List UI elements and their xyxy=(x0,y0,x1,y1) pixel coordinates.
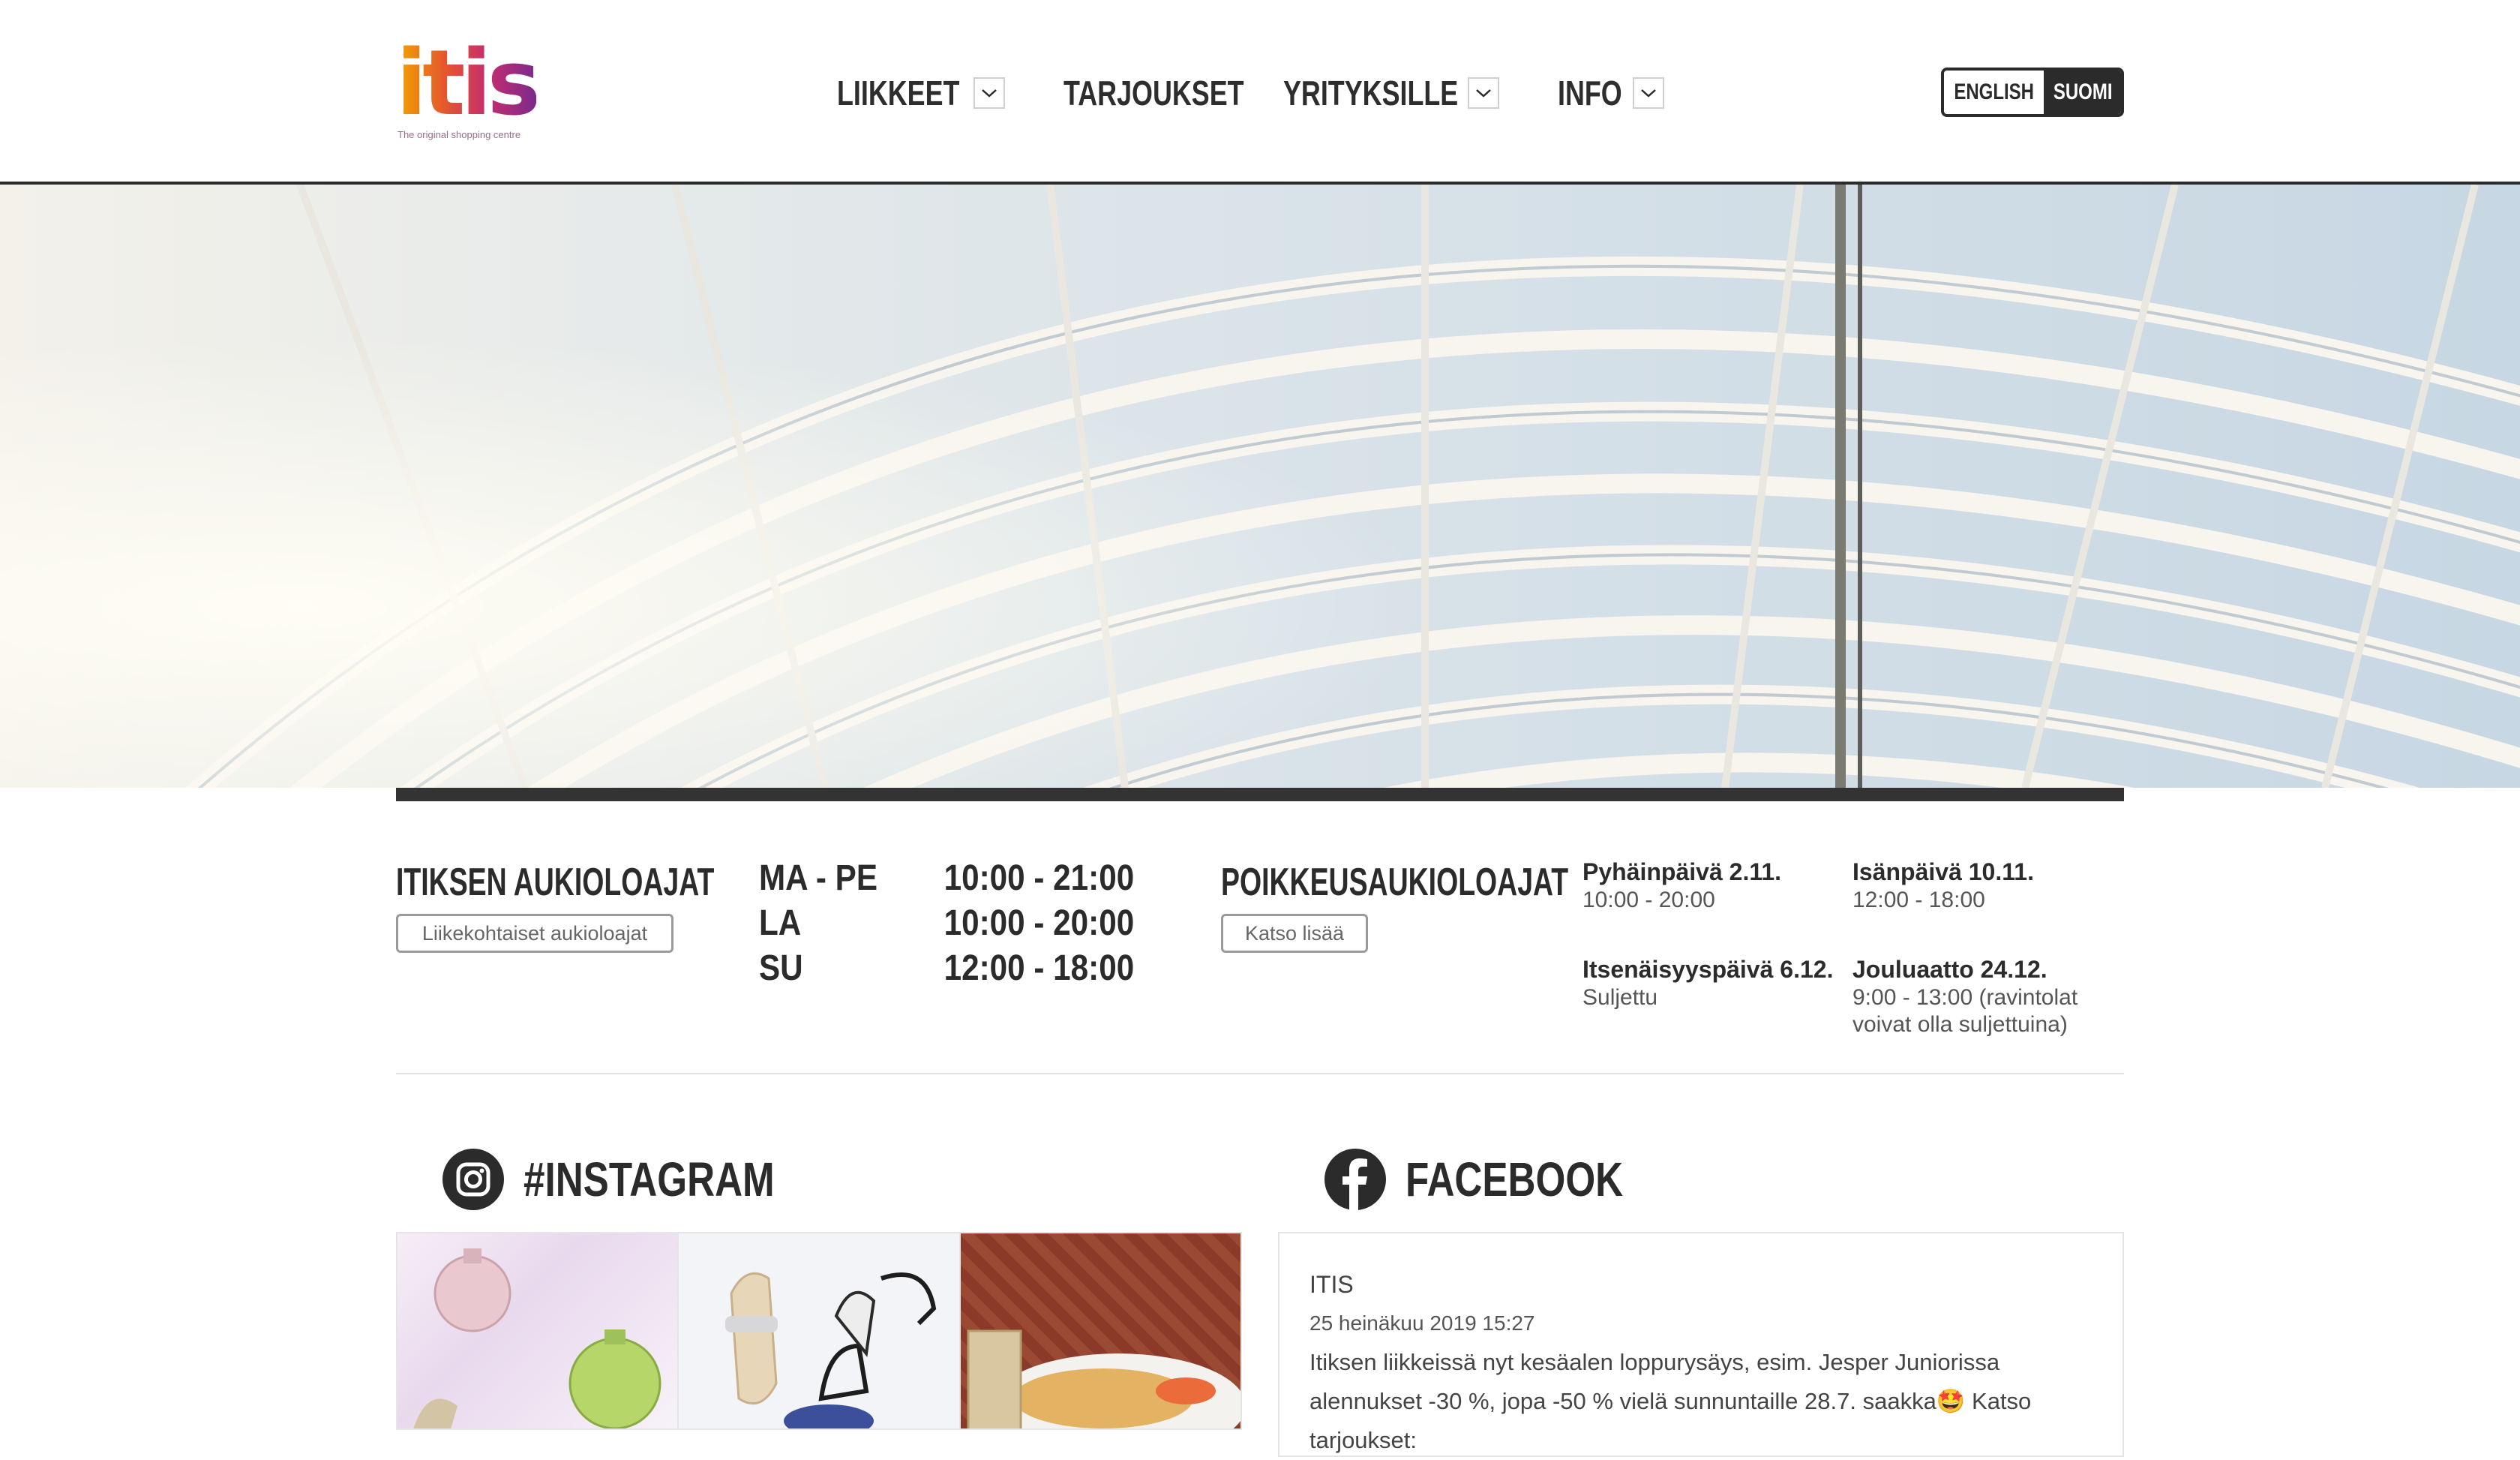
instagram-post-vases[interactable] xyxy=(398,1233,680,1428)
nav-item-tarjoukset[interactable]: TARJOUKSET xyxy=(1064,73,1244,113)
store-hours-button[interactable]: Liikekohtaiset aukioloajat xyxy=(396,914,674,953)
facebook-header: FACEBOOK xyxy=(1324,1146,1678,1212)
nav-label: TARJOUKSET xyxy=(1064,74,1244,113)
opening-hours-table: MA - PE 10:00 - 21:00 LA 10:00 - 20:00 S… xyxy=(759,855,1134,990)
logo-tagline: The original shopping centre xyxy=(398,129,521,140)
hero-image-glass-dome xyxy=(0,185,2520,788)
logo-wordmark: itis xyxy=(396,32,541,136)
instagram-post-shoes[interactable] xyxy=(679,1233,961,1428)
nav-label: LIIKKEET xyxy=(837,74,960,113)
lang-english-button[interactable]: ENGLISH xyxy=(1944,71,2044,114)
hero-bottom-bar xyxy=(396,788,2124,801)
instagram-grid xyxy=(396,1232,1242,1430)
exception-value: 12:00 - 18:00 xyxy=(1852,888,1985,912)
instagram-icon[interactable] xyxy=(442,1149,504,1210)
exception-value: Suljettu xyxy=(1582,985,1658,1010)
fb-post-author[interactable]: ITIS xyxy=(1310,1271,1354,1299)
main-nav: LIIKKEET TARJOUKSET YRITYKSILLE INFO xyxy=(837,69,1723,117)
hours-day: LA xyxy=(759,903,802,943)
nav-item-liikkeet[interactable]: LIIKKEET xyxy=(837,73,1005,113)
hours-row: MA - PE 10:00 - 21:00 xyxy=(759,855,1134,900)
fb-post-text: Itiksen liikkeissä nyt kesäalen loppurys… xyxy=(1310,1349,2032,1453)
chevron-down-icon[interactable] xyxy=(1468,77,1499,109)
nav-label: YRITYKSILLE xyxy=(1283,74,1459,113)
exception-name: Itsenäisyyspäivä 6.12. xyxy=(1582,956,1834,983)
hours-row: SU 12:00 - 18:00 xyxy=(759,945,1134,990)
nav-item-info[interactable]: INFO xyxy=(1558,73,1664,113)
language-switcher: ENGLISH SUOMI xyxy=(1941,68,2124,117)
exception-name: Isänpäivä 10.11. xyxy=(1852,858,2034,885)
exception-value: 10:00 - 20:00 xyxy=(1582,888,1715,912)
facebook-icon[interactable] xyxy=(1324,1149,1386,1210)
hours-time: 10:00 - 21:00 xyxy=(944,858,1134,898)
nav-item-yrityksille[interactable]: YRITYKSILLE xyxy=(1283,73,1499,113)
fb-post-date: 25 heinäkuu 2019 15:27 xyxy=(1310,1311,1535,1335)
exception-name: Jouluaatto 24.12. xyxy=(1852,956,2048,983)
itis-logo[interactable]: itis The original shopping centre xyxy=(396,32,541,146)
section-divider xyxy=(396,1073,2124,1074)
exception-item: Itsenäisyyspäivä 6.12. Suljettu xyxy=(1582,954,1838,1011)
nav-label: INFO xyxy=(1558,74,1622,113)
instagram-post-food[interactable] xyxy=(960,1233,1240,1428)
facebook-feed: ITIS 25 heinäkuu 2019 15:27 Itiksen liik… xyxy=(1278,1232,2124,1457)
hours-time: 10:00 - 20:00 xyxy=(944,903,1134,943)
chevron-down-icon[interactable] xyxy=(974,77,1005,109)
site-header: itis The original shopping centre LIIKKE… xyxy=(0,0,2520,185)
instagram-title: #INSTAGRAM xyxy=(524,1152,775,1206)
exception-name: Pyhäinpäivä 2.11. xyxy=(1582,858,1782,885)
exception-item: Jouluaatto 24.12. 9:00 - 13:00 (ravintol… xyxy=(1852,954,2108,1038)
chevron-down-icon[interactable] xyxy=(1633,77,1664,109)
instagram-header: #INSTAGRAM xyxy=(442,1146,837,1212)
exception-item: Pyhäinpäivä 2.11. 10:00 - 20:00 xyxy=(1582,857,1838,914)
hours-day: MA - PE xyxy=(759,858,878,898)
hours-day: SU xyxy=(759,948,803,988)
exception-item: Isänpäivä 10.11. 12:00 - 18:00 xyxy=(1852,857,2108,914)
hours-row: LA 10:00 - 20:00 xyxy=(759,900,1134,945)
facebook-title: FACEBOOK xyxy=(1406,1152,1624,1206)
see-more-button[interactable]: Katso lisää xyxy=(1221,914,1368,953)
hours-time: 12:00 - 18:00 xyxy=(944,948,1134,988)
lang-suomi-button[interactable]: SUOMI xyxy=(2044,71,2121,114)
exception-value: 9:00 - 13:00 (ravintolat voivat olla sul… xyxy=(1852,985,2078,1037)
